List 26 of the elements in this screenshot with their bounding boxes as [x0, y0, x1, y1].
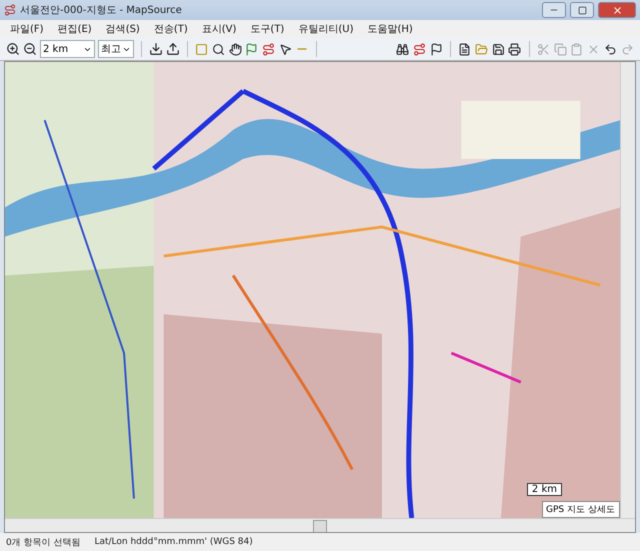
close-icon: [612, 4, 622, 16]
menu-item[interactable]: 도구(T): [244, 21, 290, 37]
menu-item[interactable]: 편집(E): [52, 21, 98, 37]
menu-item[interactable]: 파일(F): [4, 21, 50, 37]
map-scale: 2 km: [526, 483, 562, 496]
vertical-scrollbar[interactable]: [620, 62, 635, 518]
status-text: 0개 항목이 선택됨: [6, 536, 80, 548]
zoom-in-icon[interactable]: [6, 40, 20, 58]
send-icon[interactable]: [166, 40, 180, 58]
close-button[interactable]: [598, 2, 636, 18]
app-icon: [4, 4, 16, 16]
detail-dropdown[interactable]: 최고: [98, 40, 134, 58]
menu-item[interactable]: 전송(T): [148, 21, 194, 37]
maximize-button[interactable]: [570, 2, 594, 18]
horizontal-scrollbar[interactable]: [5, 518, 635, 532]
maximize-icon: [578, 6, 586, 14]
menu-item[interactable]: 표시(V): [196, 21, 242, 37]
menu-item[interactable]: 검색(S): [100, 21, 146, 37]
receive-icon[interactable]: [149, 40, 164, 58]
menu-item[interactable]: 도움말(H): [361, 21, 419, 37]
menu-item[interactable]: 유틸리티(U): [292, 21, 360, 37]
zoom-out-icon[interactable]: [23, 40, 37, 58]
zoom-scale-dropdown[interactable]: 2 km: [40, 40, 95, 58]
map-detail-label: GPS 지도 상세도: [542, 501, 620, 518]
status-text: Lat/Lon hddd°mm.mmm' (WGS 84): [94, 537, 253, 547]
window-title: 서울전안-000-지형도 - MapSource: [20, 4, 183, 17]
